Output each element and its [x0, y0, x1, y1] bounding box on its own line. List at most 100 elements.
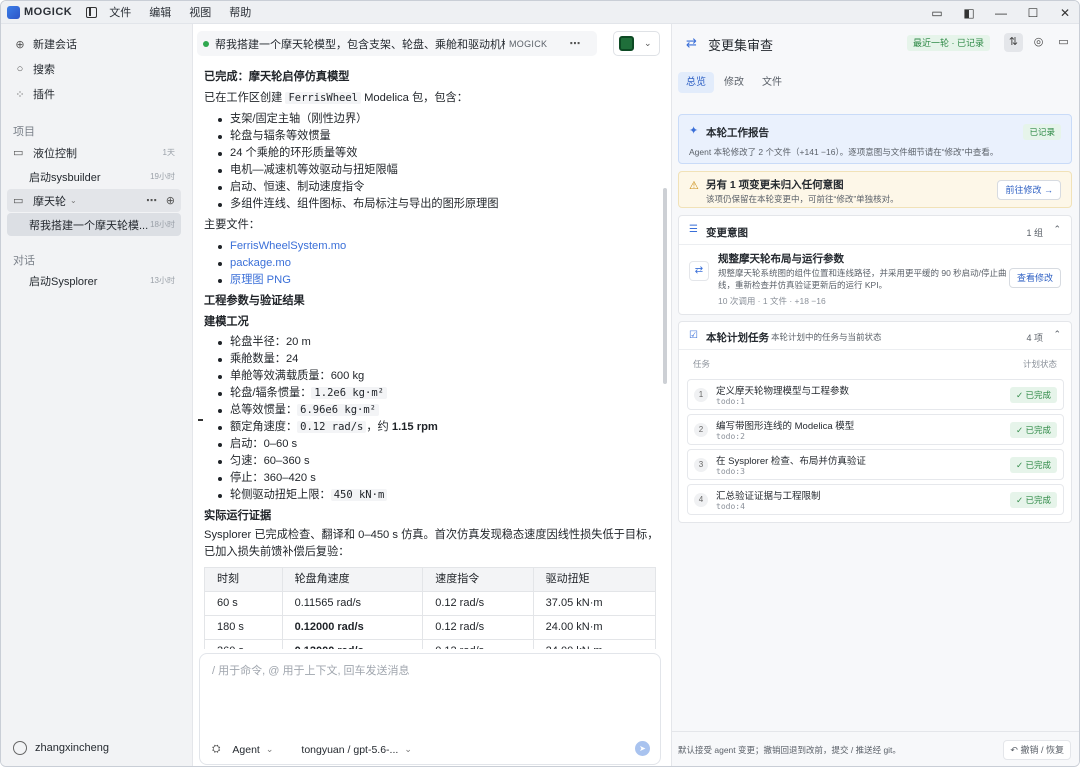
- status-badge: ✓ 已完成: [1010, 492, 1057, 508]
- input-toolbar: ⛭ Agent ⌄ tongyuan / gpt-5.6-... ⌄: [212, 743, 412, 756]
- model-selector[interactable]: ⌄: [613, 31, 660, 56]
- view-changes-button[interactable]: 查看修改: [1008, 268, 1061, 288]
- search-label: 搜索: [33, 64, 55, 76]
- list-item: 电机—减速机等效驱动与扭矩限幅: [218, 162, 659, 179]
- chevron-up-icon[interactable]: ⌃: [1053, 224, 1061, 235]
- col-task: 任务: [693, 359, 711, 369]
- chat-name: 帮我搭建一个摩天轮模...: [29, 219, 149, 232]
- tab-overview[interactable]: 总览: [678, 72, 714, 93]
- intent-title: 变更意图: [706, 227, 748, 239]
- chevron-down-icon: ⌄: [644, 38, 652, 48]
- menu-view[interactable]: 视图: [189, 4, 211, 20]
- window-controls: ▭ ◧ — ☐ ✕: [921, 1, 1079, 24]
- more-icon[interactable]: ⋯: [146, 194, 157, 207]
- chat-time: 19小时: [150, 172, 175, 181]
- col-status: 计划状态: [1022, 359, 1057, 369]
- list-item: 额定角速度： 0.12 rad/s ，约 1.15 rpm: [218, 419, 659, 436]
- model-icon: [619, 36, 634, 51]
- chat-item-sysbuilder[interactable]: 启动sysbuilder 19小时: [7, 165, 181, 188]
- list-item: 轮盘半径：20 m: [218, 334, 659, 351]
- file-link[interactable]: 原理图 PNG: [230, 274, 291, 286]
- created-suffix: Modelica 包，包含：: [364, 92, 468, 104]
- plan-title: 本轮计划任务: [706, 332, 769, 344]
- review-header-actions: ⇅ ◎ ▭: [1004, 33, 1073, 52]
- list-item: 乘舱数量：24: [218, 351, 659, 368]
- created-line: 已在工作区创建 FerrisWheel Modelica 包，包含：: [204, 90, 659, 107]
- list-item: 单舱等效满载质量：600 kg: [218, 368, 659, 385]
- chevron-down-icon: ⌄: [265, 744, 274, 754]
- new-chat-in-project-icon[interactable]: ⊕: [166, 194, 175, 207]
- task-row[interactable]: 1 定义摩天轮物理模型与工程参数 todo:1 ✓ 已完成: [687, 379, 1064, 410]
- globe-icon[interactable]: ◎: [1029, 33, 1048, 52]
- message-input[interactable]: / 用于命令, @ 用于上下文, 回车发送消息 ⛭ Agent ⌄ tongyu…: [199, 653, 661, 765]
- list-item: 轮盘与辐条等效惯量: [218, 128, 659, 145]
- goto-changes-button[interactable]: 前往修改 →: [997, 180, 1061, 200]
- app-window: MOGICK 文件 编辑 视图 帮助 ▭ ◧ — ☐ ✕ ⊕ 新建会话 ○ 搜索…: [0, 0, 1080, 767]
- project-ferris-wheel[interactable]: ▭ 摩天轮 ⌄ ⋯ ⊕: [7, 189, 181, 212]
- task-row[interactable]: 2 编写带图形连线的 Modelica 模型 todo:2 ✓ 已完成: [687, 414, 1064, 445]
- tab-changes[interactable]: 修改: [716, 72, 752, 93]
- plan-count: 4 项: [1026, 333, 1043, 343]
- input-placeholder: / 用于命令, @ 用于上下文, 回车发送消息: [212, 665, 410, 677]
- new-chat-icon: ⊕: [15, 38, 25, 51]
- params-heading: 工程参数与验证结果: [204, 295, 305, 307]
- chevron-up-icon[interactable]: ⌃: [1053, 329, 1061, 340]
- menu-help[interactable]: 帮助: [229, 4, 251, 20]
- params-list: 轮盘半径：20 m 乘舱数量：24 单舱等效满载质量：600 kg 轮盘/辐条惯…: [204, 334, 659, 504]
- undo-redo-button[interactable]: ↶ 撤销 / 恢复: [1003, 740, 1071, 760]
- search-icon: ○: [16, 63, 24, 75]
- chat-title-pill[interactable]: 帮我搭建一个摩天轮模型，包含支架、轮盘、乘舱和驱动机构 MOGICK ⋯: [197, 31, 597, 56]
- done-heading: 已完成：摩天轮启停仿真模型: [204, 71, 350, 83]
- chevron-down-icon[interactable]: ⌄: [70, 196, 77, 205]
- chat-time: 13小时: [150, 276, 175, 285]
- file-link[interactable]: package.mo: [230, 257, 291, 269]
- intent-card: ☰ 变更意图 1 组 ⌃ ⇄ 规整摩天轮布局与运行参数 规整摩天轮系统图的组件位…: [678, 215, 1072, 315]
- task-row[interactable]: 3 在 Sysplorer 检查、布局并仿真验证 todo:3 ✓ 已完成: [687, 449, 1064, 480]
- close-button[interactable]: ✕: [1049, 6, 1079, 20]
- diff-icon[interactable]: ⇅: [1004, 33, 1023, 52]
- agent-icon: ⛭: [212, 743, 221, 755]
- report-badge: 已记录: [1023, 124, 1061, 140]
- chat-item-sysplorer[interactable]: 启动Sysplorer 13小时: [7, 269, 181, 292]
- app-name: MOGICK: [24, 6, 73, 18]
- review-panel: ⇄ 变更集审查 最近一轮 · 已记录 ⇅ ◎ ▭ 总览 修改 文件 ✦ 本轮工作…: [672, 24, 1079, 766]
- evidence-heading: 实际运行证据: [204, 510, 272, 522]
- created-prefix: 已在工作区创建: [204, 92, 283, 104]
- chat-more-icon[interactable]: ⋯: [569, 37, 580, 50]
- status-badge: ✓ 已完成: [1010, 387, 1057, 403]
- search-button[interactable]: ○ 搜索: [1, 57, 193, 81]
- app-logo-icon: [7, 5, 20, 19]
- chat-scrollbar[interactable]: [663, 188, 667, 384]
- toggle-sidebar-icon[interactable]: [86, 6, 98, 18]
- intent-meta: 10 次调用 · 1 文件 · +18 −16: [718, 296, 826, 306]
- warning-text: 该项仍保留在本轮变更中，可前往“修改”单独核对。: [706, 194, 899, 204]
- send-button[interactable]: ➤: [635, 741, 650, 756]
- intent-description: 规整摩天轮系统图的组件位置和连线路径，并采用更平缓的 90 秒启动/停止曲线，重…: [718, 268, 1007, 290]
- package-name: FerrisWheel: [285, 92, 361, 104]
- maximize-button[interactable]: ☐: [1017, 6, 1049, 20]
- chat-item-ferris-wheel[interactable]: 帮我搭建一个摩天轮模... 18小时: [7, 213, 181, 236]
- menu-file[interactable]: 文件: [109, 4, 131, 20]
- project-liquid-level[interactable]: ▭ 液位控制 1天: [7, 141, 181, 164]
- task-row[interactable]: 4 汇总验证证据与工程限制 todo:4 ✓ 已完成: [687, 484, 1064, 515]
- model-name-selector[interactable]: tongyuan / gpt-5.6-...: [301, 744, 398, 756]
- status-badge: ✓ 已完成: [1010, 422, 1057, 438]
- plugins-button[interactable]: ⁘ 插件: [1, 82, 193, 106]
- menu-edit[interactable]: 编辑: [149, 4, 171, 20]
- user-profile[interactable]: zhangxincheng: [13, 741, 109, 755]
- layout-right-panel-icon[interactable]: ◧: [953, 6, 985, 20]
- minimize-button[interactable]: —: [985, 6, 1017, 20]
- projects-section-label: 项目: [13, 126, 35, 138]
- unassigned-warning: ⚠ 另有 1 项变更未归入任何意图 该项仍保留在本轮变更中，可前往“修改”单独核…: [678, 171, 1072, 208]
- list-item: 轮盘/辐条惯量： 1.2e6 kg·m²: [218, 385, 659, 402]
- mode-selector[interactable]: Agent: [232, 744, 259, 756]
- new-chat-button[interactable]: ⊕ 新建会话: [1, 32, 193, 56]
- dialogs-section-label: 对话: [13, 255, 35, 267]
- warning-icon: ⚠: [689, 180, 699, 192]
- folder-icon[interactable]: ▭: [1054, 33, 1073, 52]
- tab-files[interactable]: 文件: [754, 72, 790, 93]
- footer-text: 默认接受 agent 变更；撤销回退到改前，提交 / 推送经 git。: [678, 745, 901, 755]
- folder-open-icon: ▭: [13, 195, 24, 207]
- file-link[interactable]: FerrisWheelSystem.mo: [230, 240, 346, 252]
- layout-bottom-panel-icon[interactable]: ▭: [921, 6, 953, 20]
